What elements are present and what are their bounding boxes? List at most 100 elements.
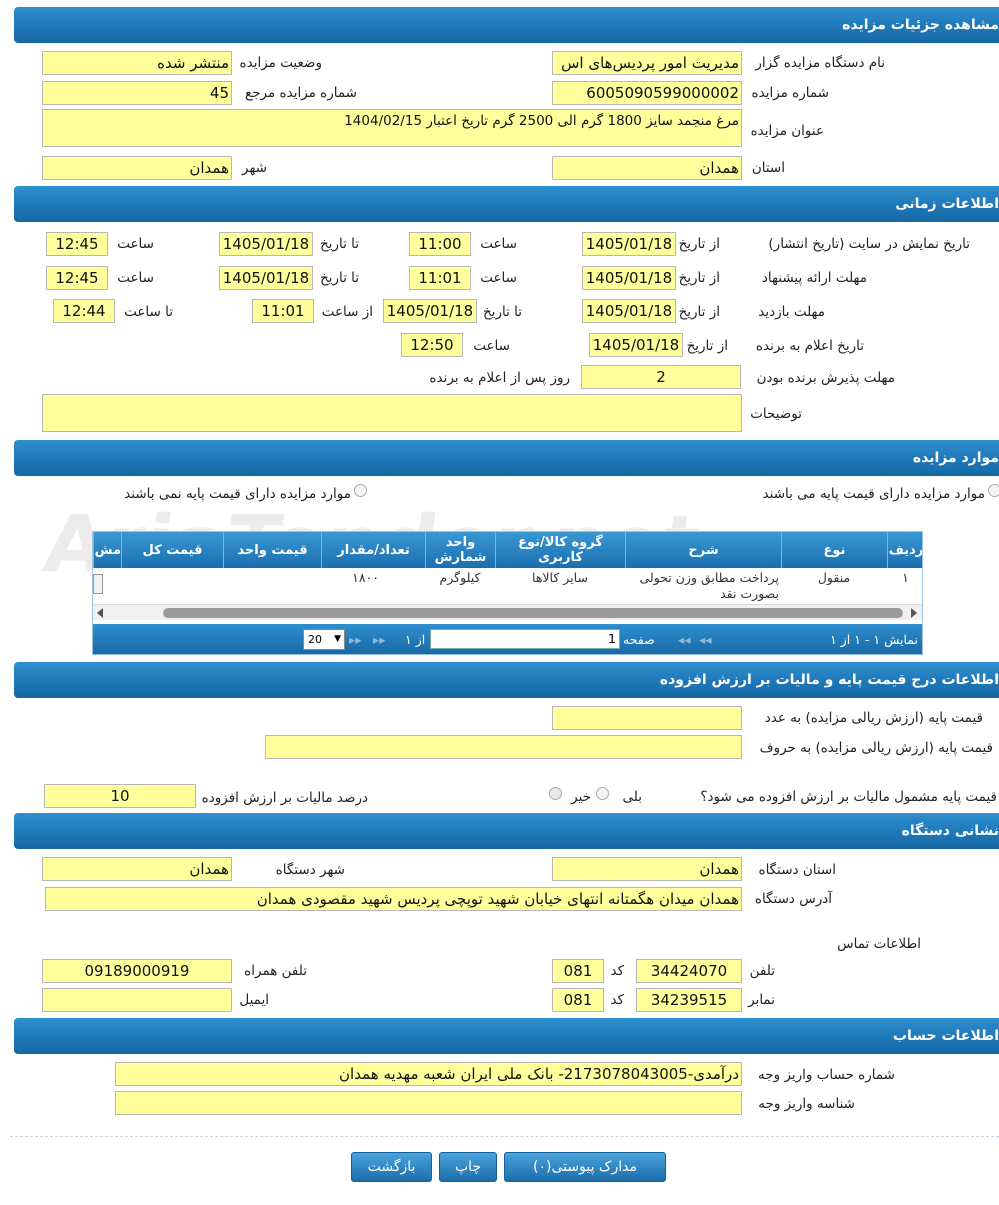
- org-field[interactable]: مدیریت امور پردیس‌های اس: [552, 51, 742, 75]
- vat-yes-radio[interactable]: [596, 787, 609, 800]
- section-title: اطلاعات درج قیمت پایه و مالیات بر ارزش ا…: [659, 672, 999, 688]
- page-size-select[interactable]: 20 ▼: [303, 629, 345, 650]
- fax-field[interactable]: 34239515: [636, 988, 742, 1012]
- city-label: شهر: [242, 160, 267, 176]
- dev-address-field[interactable]: همدان میدان هگمتانه انتهای خیابان شهید ت…: [45, 887, 742, 911]
- vat-yes-label: بلی: [622, 789, 642, 805]
- col-index[interactable]: ردیف: [887, 532, 922, 568]
- status-field[interactable]: منتشر شده: [42, 51, 232, 75]
- row-action-button[interactable]: [93, 574, 103, 594]
- section-header-items: موارد مزایده: [14, 440, 999, 476]
- pager-next-icon[interactable]: ▸▸: [373, 632, 386, 647]
- announce-label: تاریخ اعلام به برنده: [755, 338, 864, 354]
- visit-from-date[interactable]: 1405/01/18: [582, 299, 676, 323]
- visit-to-time[interactable]: 12:44: [53, 299, 115, 323]
- divider: [10, 1136, 999, 1137]
- number-field[interactable]: 6005090599000002: [552, 81, 742, 105]
- from-date-label: از تاریخ: [678, 304, 720, 320]
- col-desc[interactable]: شرح: [625, 532, 781, 568]
- col-extra[interactable]: مش: [93, 532, 121, 568]
- grid-header: ردیف نوع شرح گروه کالا/نوع کاربری واحد ش…: [93, 532, 922, 568]
- cell-index: ۱: [902, 570, 909, 585]
- offer-label: مهلت ارائه پیشنهاد: [761, 270, 867, 286]
- title-field[interactable]: مرغ منجمد سایز 1800 گرم الی 2500 گرم تار…: [42, 109, 742, 147]
- province-label: استان: [751, 160, 785, 176]
- col-qty[interactable]: تعداد/مقدار: [321, 532, 425, 568]
- accept-days[interactable]: 2: [581, 365, 741, 389]
- scrollbar-thumb[interactable]: [163, 608, 903, 618]
- visit-from-time[interactable]: 11:01: [252, 299, 314, 323]
- dev-city-field[interactable]: همدان: [42, 857, 232, 881]
- col-unit-price[interactable]: قیمت واحد: [223, 532, 321, 568]
- payment-id-field[interactable]: [115, 1091, 742, 1115]
- announce-time[interactable]: 12:50: [401, 333, 463, 357]
- province-field[interactable]: همدان: [552, 156, 742, 180]
- mobile-label: تلفن همراه: [244, 963, 307, 979]
- fax-code-label: کد: [610, 992, 624, 1008]
- phone-field[interactable]: 34424070: [636, 959, 742, 983]
- phone-code-label: کد: [610, 963, 624, 979]
- email-field[interactable]: [42, 988, 232, 1012]
- from-date-label: از تاریخ: [686, 338, 728, 354]
- cell-qty: ۱۸۰۰: [352, 570, 379, 585]
- col-unit[interactable]: واحد شمارش: [425, 532, 495, 568]
- cell-desc: پرداخت مطابق وزن تحولی بصورت نقد: [639, 570, 779, 601]
- phone-label: تلفن: [749, 963, 775, 979]
- offer-to-date[interactable]: 1405/01/18: [219, 266, 313, 290]
- col-type[interactable]: نوع: [781, 532, 887, 568]
- mobile-field[interactable]: 09189000919: [42, 959, 232, 983]
- scroll-left-icon[interactable]: [97, 608, 103, 618]
- phone-code-field[interactable]: 081: [552, 959, 604, 983]
- visit-label: مهلت بازدید: [758, 304, 825, 320]
- section-header-details: مشاهده جزئیات مزایده: [14, 7, 999, 43]
- desc-label: توضیحات: [750, 406, 802, 422]
- pager-first-icon[interactable]: ◂◂: [678, 632, 691, 647]
- vat-question: قیمت پایه مشمول مالیات بر ارزش افزوده می…: [700, 789, 997, 805]
- city-field[interactable]: همدان: [42, 156, 232, 180]
- desc-field[interactable]: [42, 394, 742, 432]
- base-num-field[interactable]: [552, 706, 742, 730]
- account-field[interactable]: درآمدی-2173078043005- بانک ملی ایران شعب…: [115, 1062, 742, 1086]
- dev-province-label: استان دستگاه: [758, 862, 837, 878]
- horizontal-scrollbar[interactable]: [93, 604, 922, 620]
- pager-page-input[interactable]: 1: [430, 629, 620, 649]
- offer-from-date[interactable]: 1405/01/18: [582, 266, 676, 290]
- section-title: نشانی دستگاه: [901, 823, 999, 839]
- col-group[interactable]: گروه کالا/نوع کاربری: [495, 532, 625, 568]
- radio-without-price[interactable]: [354, 484, 367, 497]
- back-button[interactable]: بازگشت: [351, 1152, 432, 1182]
- col-total-price[interactable]: قیمت کل: [121, 532, 223, 568]
- visit-to-date[interactable]: 1405/01/18: [383, 299, 477, 323]
- offer-from-time[interactable]: 11:01: [409, 266, 471, 290]
- section-title: موارد مزایده: [912, 450, 999, 466]
- vat-percent-field[interactable]: 10: [44, 784, 196, 808]
- publish-from-date[interactable]: 1405/01/18: [582, 232, 676, 256]
- pager-showing: نمایش ۱ - ۱ از ۱: [830, 632, 918, 647]
- offer-to-time[interactable]: 12:45: [46, 266, 108, 290]
- to-hour-label: تا ساعت: [124, 304, 173, 320]
- cell-unit: کیلوگرم: [439, 570, 481, 585]
- pager-last-icon[interactable]: ▸▸: [349, 632, 362, 647]
- hour-label: ساعت: [117, 236, 154, 252]
- attachments-button[interactable]: مدارک پیوستی(۰): [504, 1152, 666, 1182]
- print-button[interactable]: چاپ: [439, 1152, 497, 1182]
- ref-field[interactable]: 45: [42, 81, 232, 105]
- to-date-label: تا تاریخ: [319, 270, 359, 286]
- base-text-field[interactable]: [265, 735, 742, 759]
- contact-label: اطلاعات تماس: [837, 936, 921, 952]
- vat-no-radio[interactable]: [549, 787, 562, 800]
- pager-prev-icon[interactable]: ◂◂: [699, 632, 712, 647]
- vat-percent-label: درصد مالیات بر ارزش افزوده: [201, 790, 368, 806]
- section-header-account: اطلاعات حساب: [14, 1018, 999, 1054]
- dev-province-field[interactable]: همدان: [552, 857, 742, 881]
- publish-to-time[interactable]: 12:45: [46, 232, 108, 256]
- account-label: شماره حساب واریز وجه: [757, 1067, 895, 1083]
- publish-to-date[interactable]: 1405/01/18: [219, 232, 313, 256]
- fax-code-field[interactable]: 081: [552, 988, 604, 1012]
- pager-page-label: صفحه: [623, 632, 655, 647]
- announce-date[interactable]: 1405/01/18: [589, 333, 683, 357]
- scroll-right-icon[interactable]: [911, 608, 917, 618]
- radio-with-price[interactable]: [988, 484, 999, 497]
- accept-suffix: روز پس از اعلام به برنده: [429, 370, 570, 386]
- publish-from-time[interactable]: 11:00: [409, 232, 471, 256]
